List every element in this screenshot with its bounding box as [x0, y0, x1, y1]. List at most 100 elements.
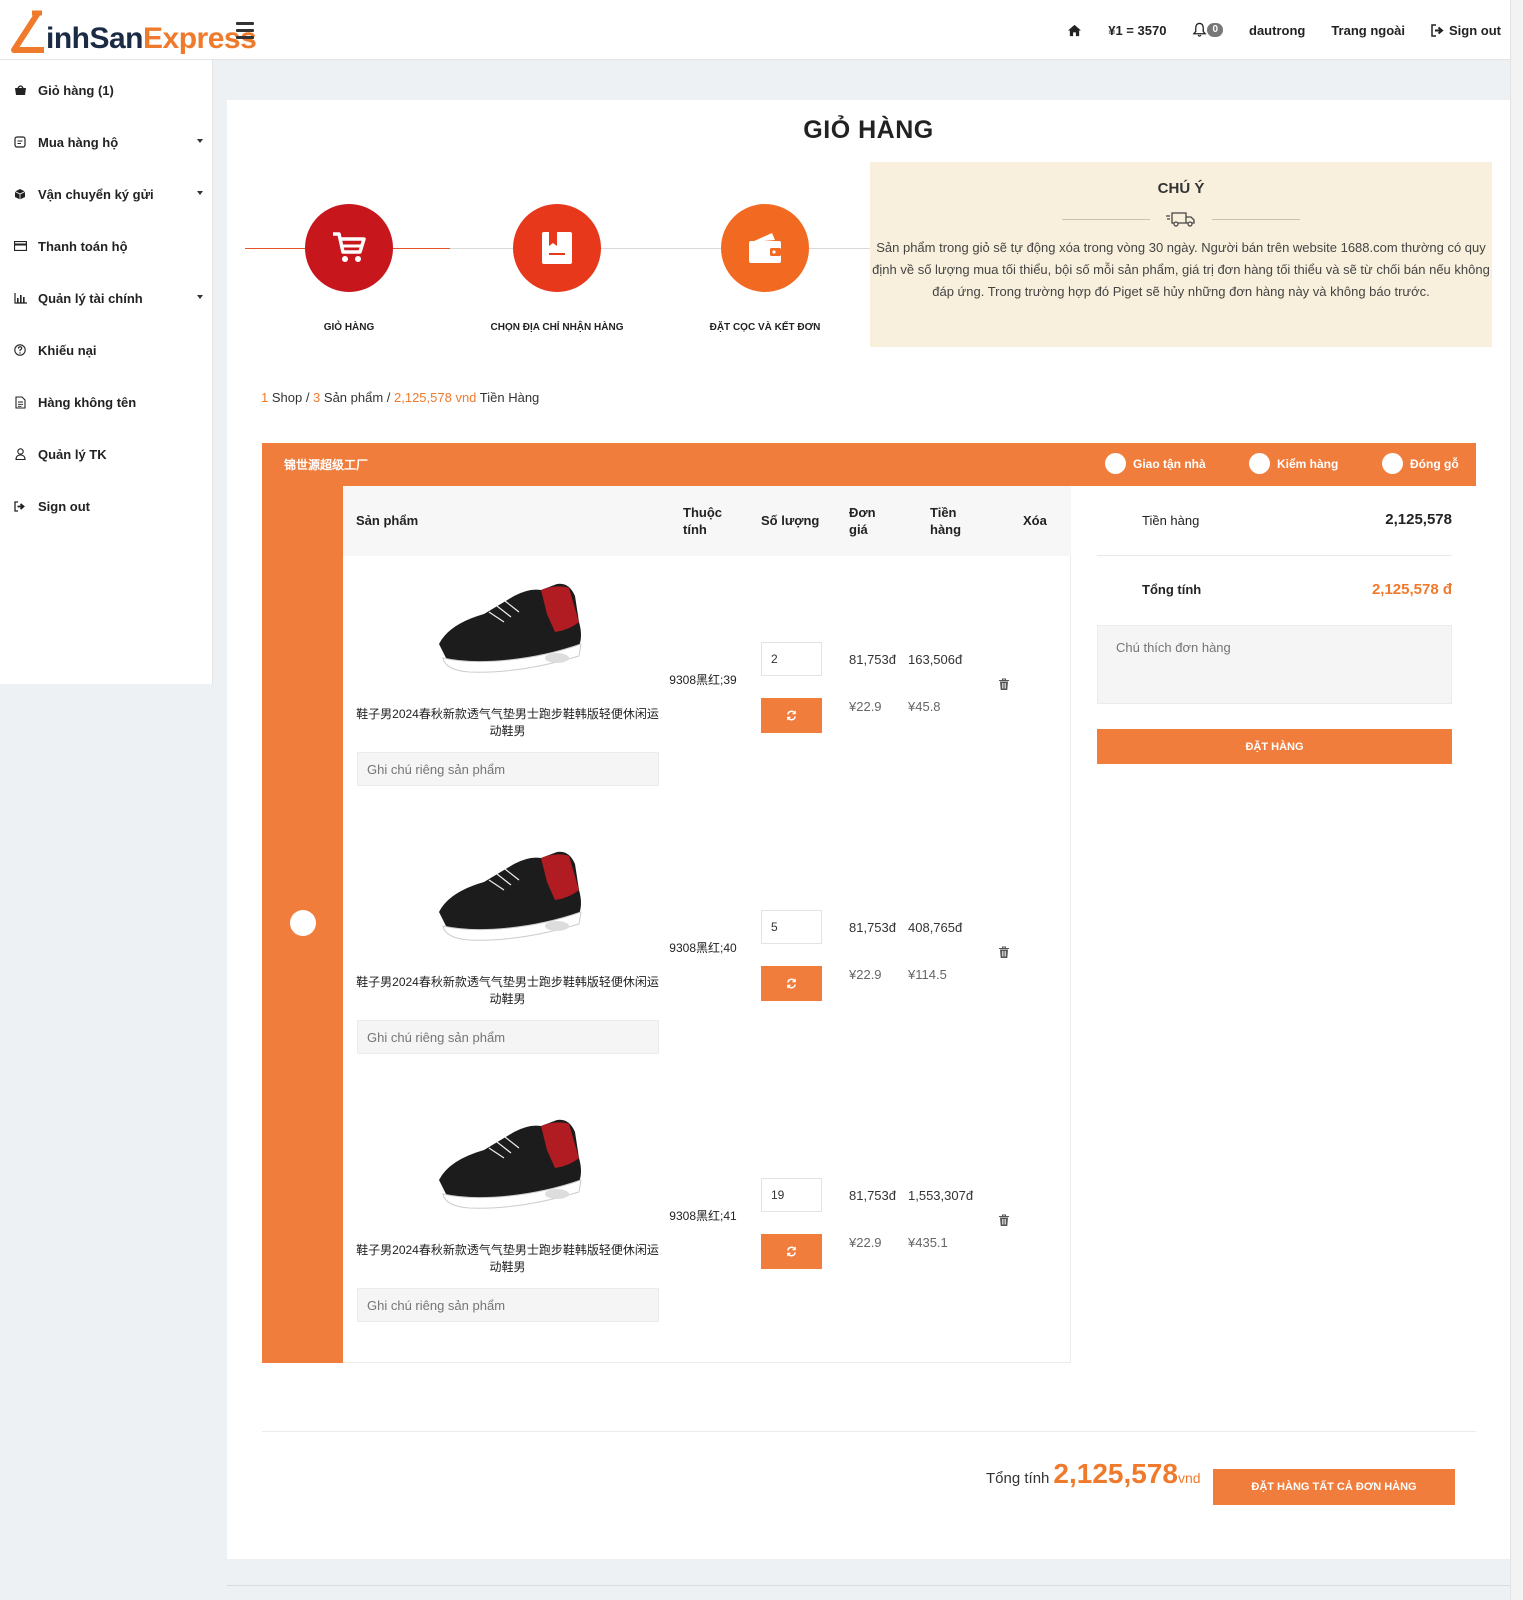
trash-icon[interactable]	[998, 678, 1010, 691]
step-label: GIỎ HÀNG	[323, 322, 375, 333]
box-icon	[12, 186, 28, 202]
product-image[interactable]	[429, 842, 587, 954]
order-note-input[interactable]	[1097, 625, 1452, 704]
shop-name[interactable]: 锦世源超级工厂	[284, 456, 368, 473]
table-row: 鞋子男2024春秋新款透气气垫男士跑步鞋韩版轻便休闲运动鞋男 9308黑红;40…	[343, 824, 1071, 1092]
product-name[interactable]: 鞋子男2024春秋新款透气气垫男士跑步鞋韩版轻便休闲运动鞋男	[355, 1242, 660, 1276]
option-label: Đóng gỗ	[1410, 456, 1459, 471]
line-total-cny: ¥435.1	[908, 1235, 948, 1250]
trash-icon[interactable]	[998, 946, 1010, 959]
table-header: Sản phẩm Thuộc tính Số lượng Đơn giá Tiề…	[343, 486, 1071, 556]
step-deposit: ĐẶT CỌC VÀ KẾT ĐƠN	[665, 204, 865, 333]
shop-select-radio[interactable]	[290, 910, 316, 936]
cart-table: Sản phẩm Thuộc tính Số lượng Đơn giá Tiề…	[343, 486, 1071, 1363]
menu-toggle-icon[interactable]	[236, 22, 254, 39]
product-note-input[interactable]	[357, 1020, 659, 1054]
sidebar-item-label: Vận chuyển ký gửi	[38, 186, 154, 202]
shop-header: 锦世源超级工厂 Giao tận nhà Kiểm hàng Đóng gỗ	[262, 443, 1476, 486]
cart-icon	[305, 204, 393, 292]
table-row: 鞋子男2024春秋新款透气气垫男士跑步鞋韩版轻便休闲运动鞋男 9308黑红;39…	[343, 556, 1071, 824]
quantity-input[interactable]	[761, 1178, 822, 1212]
subtotal-value: 2,125,578	[1385, 511, 1452, 528]
sidebar-item-account[interactable]: Quản lý TK	[0, 428, 213, 480]
notice-text: Sản phẩm trong giỏ sẽ tự động xóa trong …	[872, 240, 1490, 299]
logo-text: inhSanExpress	[46, 22, 257, 56]
home-link[interactable]	[1067, 24, 1082, 37]
product-image[interactable]	[429, 1110, 587, 1222]
product-note-input[interactable]	[357, 1288, 659, 1322]
shopping-bag-icon	[12, 82, 28, 98]
sidebar-item-payment[interactable]: Thanh toán hộ	[0, 220, 213, 272]
place-order-button[interactable]: ĐẶT HÀNG	[1097, 729, 1452, 764]
step-label: ĐẶT CỌC VÀ KẾT ĐƠN	[709, 322, 821, 333]
header-delete: Xóa	[1023, 513, 1047, 528]
sidebar-item-unnamed-goods[interactable]: Hàng không tên	[0, 376, 213, 428]
notification-button[interactable]: 0	[1192, 22, 1223, 38]
outside-link[interactable]: Trang ngoài	[1331, 23, 1405, 38]
product-name[interactable]: 鞋子男2024春秋新款透气气垫男士跑步鞋韩版轻便休闲运动鞋男	[355, 706, 660, 740]
radio-button[interactable]	[1382, 453, 1403, 474]
logo[interactable]: inhSanExpress	[8, 10, 257, 56]
total-label: Tổng tính	[1142, 582, 1202, 597]
signout-link[interactable]: Sign out	[1431, 23, 1501, 38]
sidebar-item-label: Giỏ hàng (1)	[38, 82, 114, 98]
sidebar-item-finance[interactable]: Quản lý tài chính	[0, 272, 213, 324]
logo-text-part1: inhSan	[46, 22, 144, 55]
option-inspection[interactable]: Kiểm hàng	[1249, 453, 1338, 474]
chevron-down-icon	[197, 295, 203, 299]
sidebar-item-purchase[interactable]: Mua hàng hộ	[0, 116, 213, 168]
chevron-down-icon	[197, 191, 203, 195]
update-quantity-button[interactable]	[761, 1234, 822, 1269]
sidebar-item-label: Mua hàng hộ	[38, 134, 119, 150]
shop-label: Shop /	[268, 390, 314, 405]
radio-button[interactable]	[1249, 453, 1270, 474]
shop-block: 锦世源超级工厂 Giao tận nhà Kiểm hàng Đóng gỗ S…	[262, 443, 1476, 1363]
product-attribute: 9308黑红;40	[669, 941, 737, 955]
trash-icon[interactable]	[998, 1214, 1010, 1227]
header-attr: Thuộc tính	[683, 505, 722, 537]
sidebar-item-shipping[interactable]: Vận chuyển ký gửi	[0, 168, 213, 220]
header-total: Tiền hàng	[930, 505, 962, 537]
step-label: CHỌN ĐỊA CHỈ NHẬN HÀNG	[490, 322, 624, 333]
sidebar-item-signout[interactable]: Sign out	[0, 480, 213, 532]
notice-title: CHÚ Ý	[1157, 180, 1205, 197]
option-home-delivery[interactable]: Giao tận nhà	[1105, 453, 1206, 474]
notification-count: 0	[1207, 23, 1223, 37]
radio-button[interactable]	[1105, 453, 1126, 474]
refresh-icon	[787, 1246, 796, 1257]
notice-divider	[870, 207, 1492, 231]
option-label: Kiểm hàng	[1277, 456, 1339, 471]
sidebar-item-complaint[interactable]: Khiếu nại	[0, 324, 213, 376]
total-row: Tổng tính 2,125,578 đ	[1097, 556, 1452, 626]
sidebar-item-label: Quản lý tài chính	[38, 290, 143, 306]
sidebar-item-label: Sign out	[38, 498, 90, 514]
sidebar-item-label: Hàng không tên	[38, 394, 137, 410]
unit-price-cny: ¥22.9	[849, 1235, 882, 1250]
quantity-input[interactable]	[761, 642, 822, 676]
credit-card-icon	[12, 238, 28, 254]
divider	[262, 1431, 1476, 1432]
update-quantity-button[interactable]	[761, 698, 822, 733]
total-value: 2,125,578 đ	[1371, 581, 1452, 598]
sidebar: Giỏ hàng (1) Mua hàng hộ Vận chuyển ký g…	[0, 60, 213, 684]
sidebar-item-cart[interactable]: Giỏ hàng (1)	[0, 64, 213, 116]
cart-breadcrumb: 1 Shop / 3 Sản phẩm / 2,125,578 vnd Tiền…	[261, 390, 539, 405]
order-all-button[interactable]: ĐẶT HÀNG TẤT CẢ ĐƠN HÀNG	[1213, 1469, 1455, 1505]
grand-total-value: 2,125,578	[1053, 1458, 1178, 1489]
option-label: Giao tận nhà	[1133, 456, 1206, 471]
refresh-icon	[787, 978, 796, 989]
product-note-input[interactable]	[357, 752, 659, 786]
scrollbar[interactable]	[1510, 0, 1523, 1600]
wallet-icon	[721, 204, 809, 292]
address-book-icon	[513, 204, 601, 292]
product-image[interactable]	[429, 574, 587, 686]
update-quantity-button[interactable]	[761, 966, 822, 1001]
quantity-input[interactable]	[761, 910, 822, 944]
question-icon	[12, 342, 28, 358]
top-nav: ¥1 = 3570 0 dautrong Trang ngoài Sign ou…	[1067, 0, 1501, 60]
product-name[interactable]: 鞋子男2024春秋新款透气气垫男士跑步鞋韩版轻便休闲运动鞋男	[355, 974, 660, 1008]
step-address: CHỌN ĐỊA CHỈ NHẬN HÀNG	[457, 204, 657, 333]
home-icon	[1068, 24, 1082, 36]
option-wood-packing[interactable]: Đóng gỗ	[1382, 453, 1459, 474]
username-link[interactable]: dautrong	[1249, 23, 1305, 38]
